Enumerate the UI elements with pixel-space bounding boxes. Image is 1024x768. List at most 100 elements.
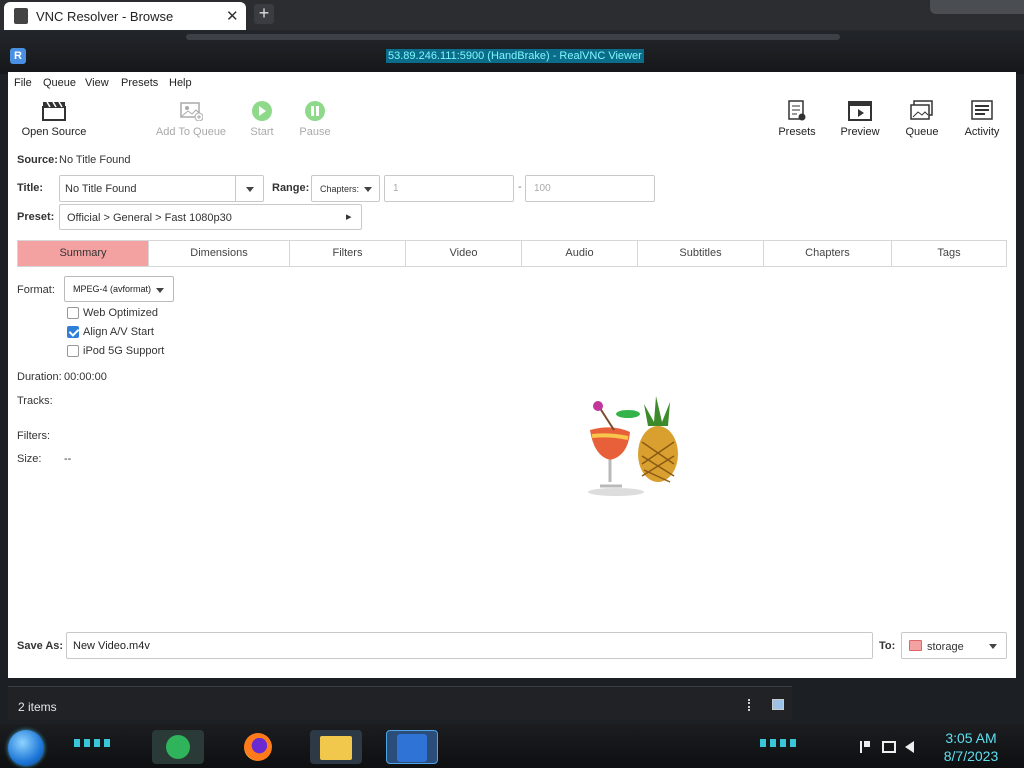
chevron-down-icon xyxy=(989,644,997,649)
network-icon[interactable] xyxy=(882,741,896,753)
preset-label: Preset: xyxy=(17,211,55,223)
preview-button[interactable]: Preview xyxy=(838,100,882,138)
menu-queue[interactable]: Queue xyxy=(43,77,76,89)
checkbox-checked-icon xyxy=(67,326,79,339)
pause-icon xyxy=(302,100,328,122)
tab-filters[interactable]: Filters xyxy=(290,241,406,266)
start-button[interactable]: Start xyxy=(244,100,280,138)
close-tab-icon[interactable]: ✕ xyxy=(226,7,239,25)
destination-dropdown[interactable]: storage xyxy=(901,632,1007,659)
start-button[interactable] xyxy=(8,730,44,766)
activity-button[interactable]: Activity xyxy=(962,100,1002,138)
taskbar-firefox[interactable] xyxy=(232,730,284,764)
format-value: MPEG-4 (avformat) xyxy=(73,284,152,294)
window-controls[interactable] xyxy=(930,0,1024,14)
tab-subtitles[interactable]: Subtitles xyxy=(638,241,764,266)
presets-icon xyxy=(784,100,810,122)
tab-summary[interactable]: Summary xyxy=(18,241,149,266)
start-label: Start xyxy=(250,126,274,138)
clapperboard-icon xyxy=(41,100,67,122)
vnc-toolbar-handle[interactable] xyxy=(186,34,840,40)
queue-label: Queue xyxy=(905,126,939,138)
open-source-button[interactable]: Open Source xyxy=(18,100,90,138)
taskbar-decoration xyxy=(74,739,114,747)
filters-label: Filters: xyxy=(17,430,50,442)
save-as-label: Save As: xyxy=(17,640,64,652)
menu-help[interactable]: Help xyxy=(169,77,192,89)
clock-date: 8/7/2023 xyxy=(943,748,999,764)
tab-chapters[interactable]: Chapters xyxy=(764,241,892,266)
presets-label: Presets xyxy=(778,126,816,138)
destination-value: storage xyxy=(927,641,964,653)
taskbar-file-explorer[interactable] xyxy=(310,730,362,764)
activity-icon xyxy=(969,100,995,122)
tab-tags[interactable]: Tags xyxy=(892,241,1006,266)
size-label: Size: xyxy=(17,453,42,465)
tab-video[interactable]: Video xyxy=(406,241,522,266)
firefox-icon xyxy=(244,733,272,761)
menu-file[interactable]: File xyxy=(14,77,32,89)
activity-label: Activity xyxy=(964,126,1000,138)
new-tab-button[interactable]: + xyxy=(254,4,274,24)
range-start-value: 1 xyxy=(393,183,399,194)
open-source-label: Open Source xyxy=(21,126,87,138)
queue-icon xyxy=(909,100,935,122)
title-dropdown[interactable]: No Title Found xyxy=(59,175,264,202)
thumbnail-view-icon[interactable] xyxy=(772,699,784,710)
tab-title: VNC Resolver - Browse xyxy=(36,9,174,24)
web-optimized-checkbox[interactable]: Web Optimized xyxy=(67,307,158,320)
title-value: No Title Found xyxy=(65,183,137,195)
range-label: Range: xyxy=(272,182,310,194)
menu-view[interactable]: View xyxy=(85,77,109,89)
chevron-right-icon: ▸ xyxy=(346,211,352,223)
menu-presets[interactable]: Presets xyxy=(121,77,158,89)
format-label: Format: xyxy=(17,284,55,296)
tab-dimensions[interactable]: Dimensions xyxy=(149,241,290,266)
tab-audio[interactable]: Audio xyxy=(522,241,638,266)
preview-icon xyxy=(847,100,873,122)
tracks-label: Tracks: xyxy=(17,395,53,407)
range-end-input[interactable]: 100 xyxy=(525,175,655,202)
source-value: No Title Found xyxy=(59,154,131,166)
save-as-value: New Video.m4v xyxy=(73,640,150,652)
taskbar-decoration-right xyxy=(760,739,800,747)
chevron-down-icon xyxy=(156,288,164,293)
align-av-start-label: Align A/V Start xyxy=(83,326,154,338)
ipod-5g-checkbox[interactable]: iPod 5G Support xyxy=(67,345,164,358)
preview-label: Preview xyxy=(840,126,880,138)
preset-selector[interactable]: Official > General > Fast 1080p30 ▸ xyxy=(59,204,362,230)
add-to-queue-icon xyxy=(178,100,204,122)
taskbar-realvnc[interactable] xyxy=(386,730,438,764)
range-start-input[interactable]: 1 xyxy=(384,175,514,202)
save-as-input[interactable]: New Video.m4v xyxy=(66,632,873,659)
page-icon xyxy=(14,8,28,24)
add-to-queue-label: Add To Queue xyxy=(155,126,227,138)
to-label: To: xyxy=(879,640,896,652)
chevron-down-icon xyxy=(246,187,254,192)
chevron-down-icon xyxy=(364,187,372,192)
browser-tab[interactable]: VNC Resolver - Browse ✕ xyxy=(4,2,246,30)
checkbox-icon xyxy=(67,345,79,358)
volume-icon[interactable] xyxy=(905,741,914,753)
vnc-logo-icon: R xyxy=(10,48,26,64)
title-label: Title: xyxy=(17,182,44,194)
handbrake-logo xyxy=(588,396,678,496)
handbrake-window: File Queue View Presets Help Open Source… xyxy=(8,72,1016,678)
realvnc-icon xyxy=(397,734,427,762)
add-to-queue-button[interactable]: Add To Queue xyxy=(154,100,228,138)
taskbar-notes-app[interactable] xyxy=(152,730,204,764)
folder-icon xyxy=(320,736,352,760)
flag-icon[interactable] xyxy=(860,741,870,753)
checkbox-icon xyxy=(67,307,79,320)
pause-button[interactable]: Pause xyxy=(296,100,334,138)
range-mode-dropdown[interactable]: Chapters: xyxy=(311,175,380,202)
align-av-start-checkbox[interactable]: Align A/V Start xyxy=(67,326,154,339)
preset-value: Official > General > Fast 1080p30 xyxy=(67,212,232,224)
taskbar-clock[interactable]: 3:05 AM 8/7/2023 xyxy=(938,729,1004,765)
presets-button[interactable]: Presets xyxy=(776,100,818,138)
queue-button[interactable]: Queue xyxy=(902,100,942,138)
range-mode-value: Chapters: xyxy=(320,184,360,194)
source-label: Source: xyxy=(17,154,58,166)
format-dropdown[interactable]: MPEG-4 (avformat) xyxy=(64,276,174,302)
details-view-icon[interactable] xyxy=(748,699,756,711)
